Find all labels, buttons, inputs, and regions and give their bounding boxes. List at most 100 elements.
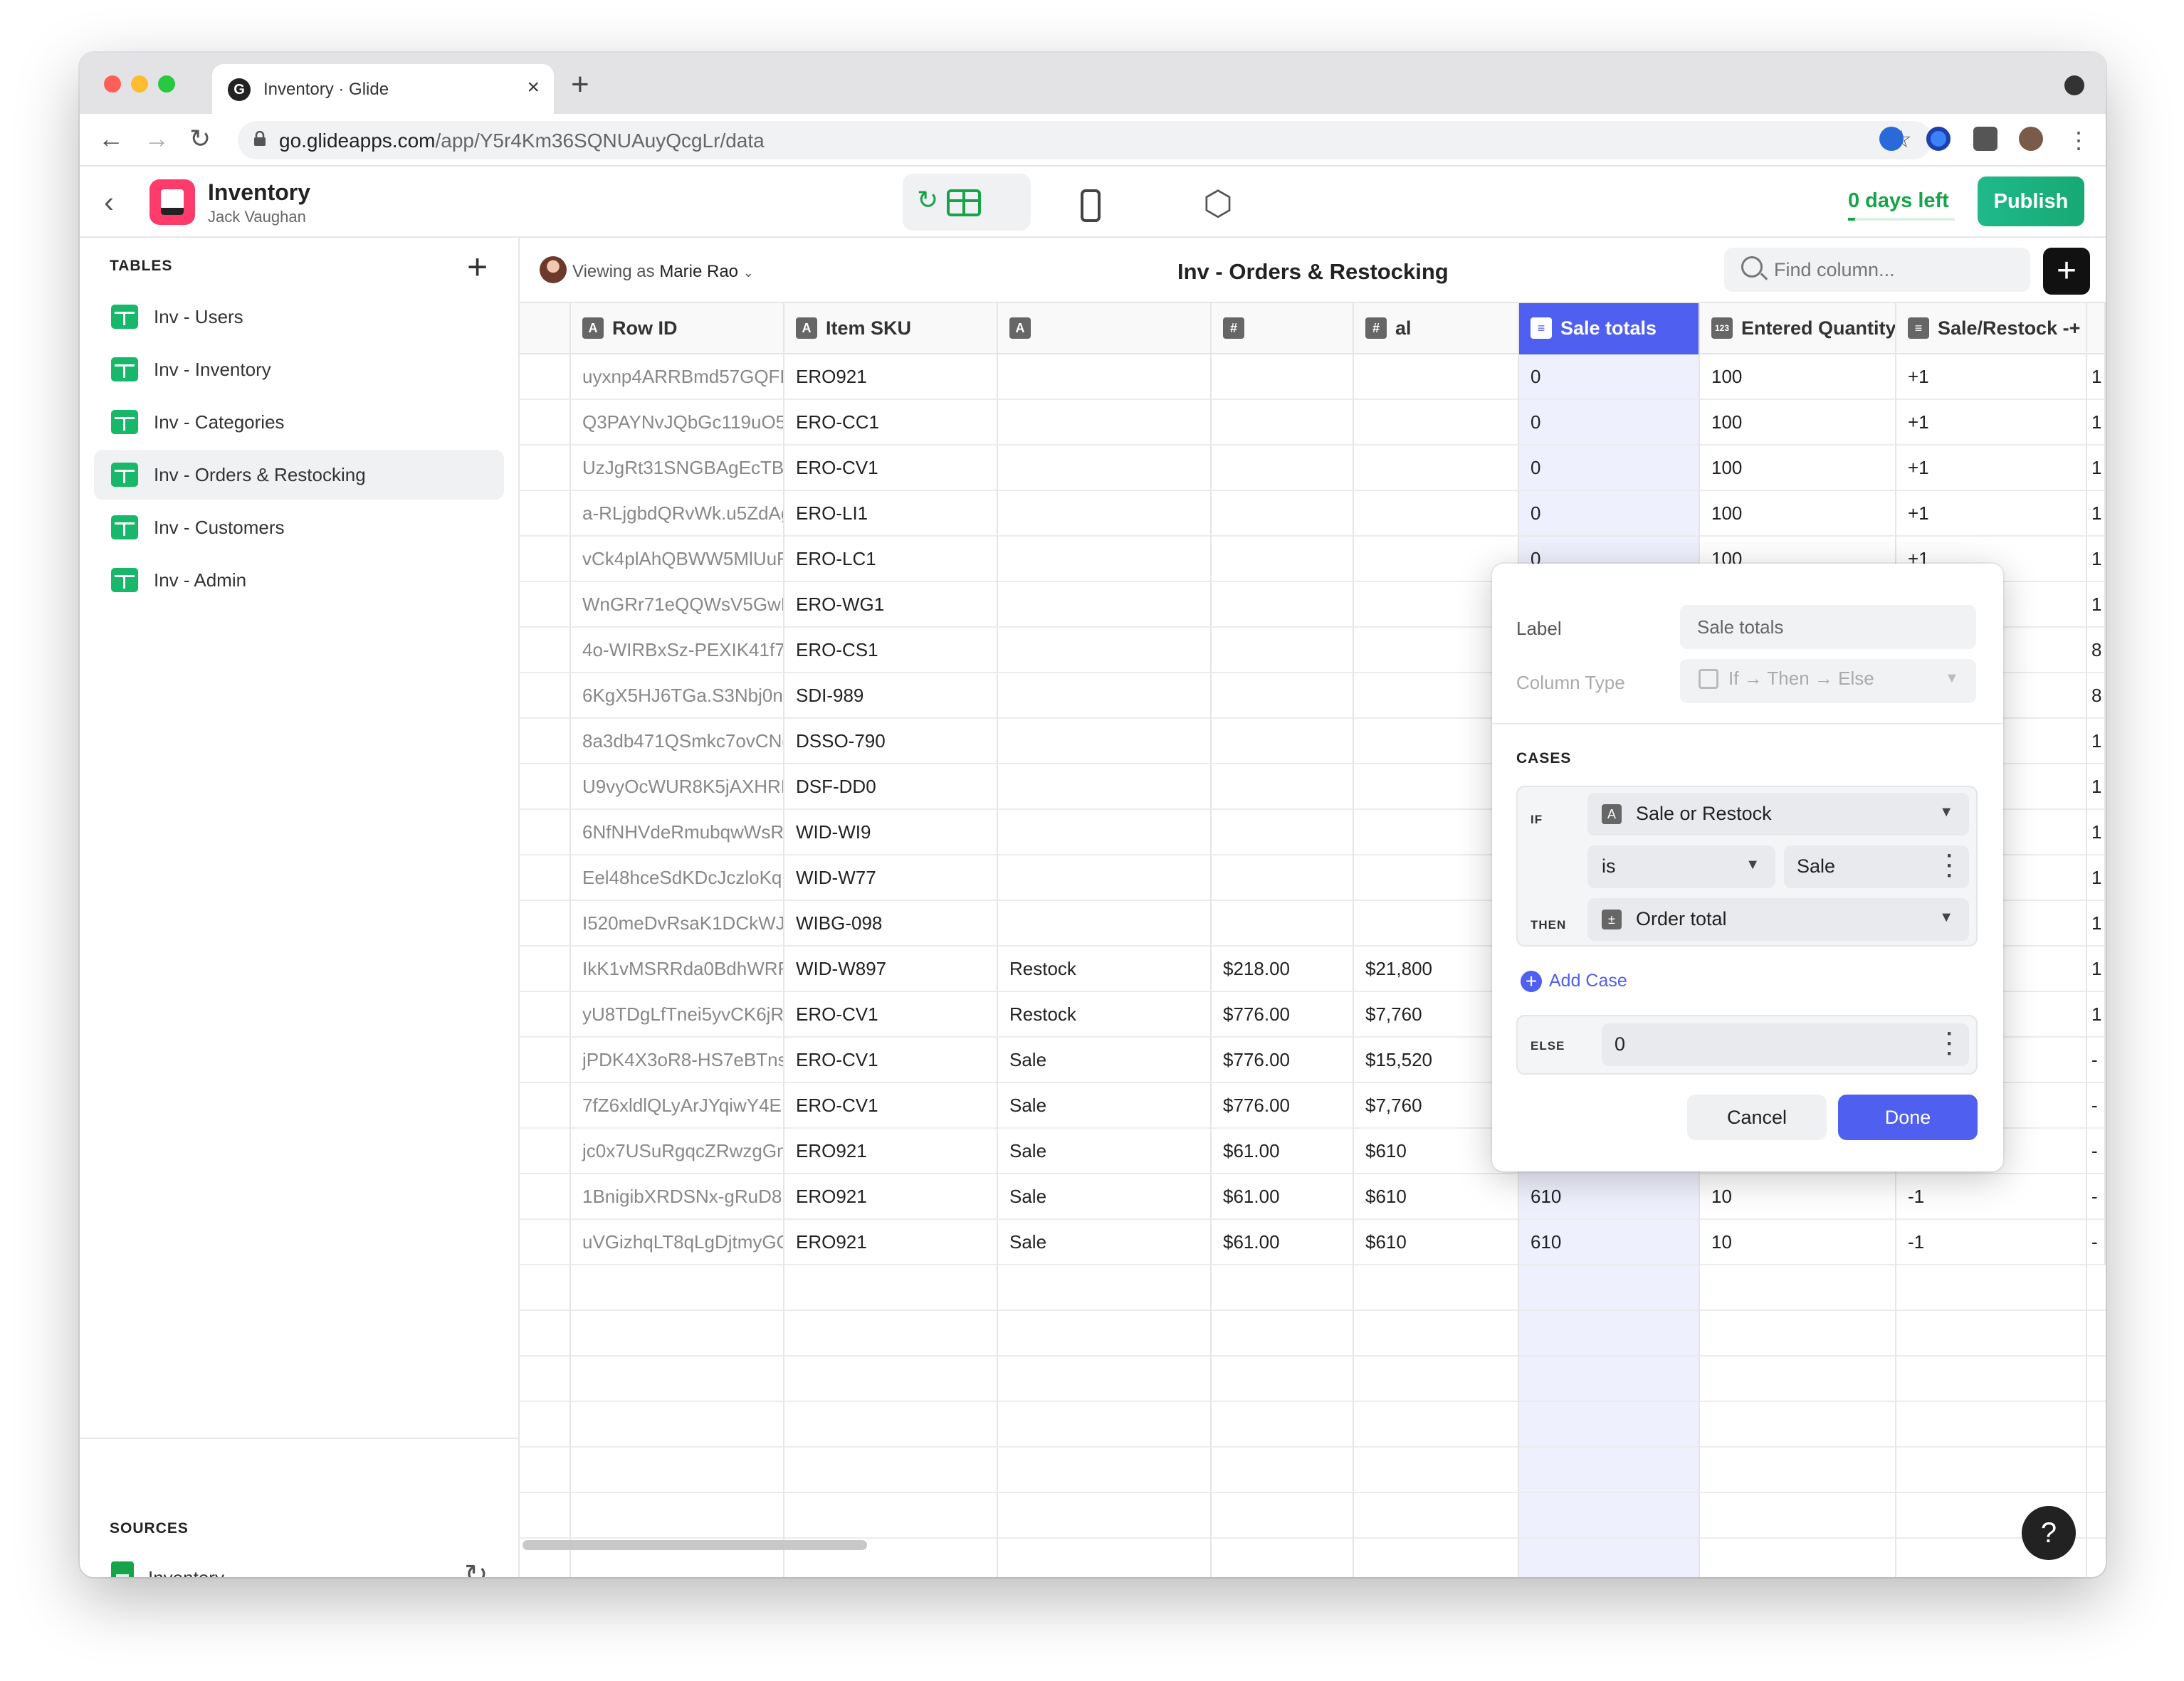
sidebar-table-item[interactable]: Inv - Users — [94, 292, 504, 342]
add-case-button[interactable]: + Add Case — [1521, 971, 1627, 993]
table-row[interactable]: Q3PAYNvJQbGc119uO5Y ERO-CC1 0 100 +1 1 — [520, 400, 2106, 446]
table-row[interactable]: uVGizhqLT8qLgDjtmyGO ERO921 Sale $61.00 $610… — [520, 1220, 2106, 1265]
table-cell[interactable] — [998, 673, 1212, 719]
table-cell[interactable]: $218.00 — [1212, 947, 1354, 992]
layout-editor-phone-icon[interactable] — [1081, 189, 1101, 222]
table-cell[interactable]: DSSO-790 — [784, 719, 998, 764]
table-cell[interactable]: ERO921 — [784, 354, 998, 400]
refresh-source-icon[interactable]: ↻ — [464, 1559, 488, 1577]
table-cell[interactable] — [1212, 491, 1354, 537]
table-cell[interactable]: ERO-CS1 — [784, 628, 998, 673]
table-cell[interactable] — [1212, 354, 1354, 400]
operator-select[interactable]: is ▼ — [1587, 845, 1775, 888]
table-cell[interactable] — [1354, 446, 1519, 491]
table-cell[interactable] — [998, 400, 1212, 446]
reload-icon[interactable]: ↻ — [189, 124, 211, 154]
table-cell[interactable]: 1 — [2087, 719, 2106, 764]
user-avatar[interactable] — [540, 256, 567, 283]
table-cell[interactable]: 0 — [1519, 491, 1700, 537]
sidebar-table-item[interactable]: Inv - Inventory — [94, 344, 504, 394]
table-cell[interactable]: Restock — [998, 947, 1212, 992]
trial-days-left[interactable]: 0 days left — [1848, 189, 1949, 213]
table-cell[interactable]: $776.00 — [1212, 1083, 1354, 1129]
column-header[interactable]: ≡ Sale totals — [1519, 303, 1700, 354]
table-cell[interactable]: a-RLjgbdQRvWk.u5ZdAg — [571, 491, 784, 537]
column-header[interactable]: A — [998, 303, 1212, 354]
table-cell[interactable]: $61.00 — [1212, 1220, 1354, 1265]
column-header[interactable]: ≡ Sale/Restock -+ — [1896, 303, 2106, 354]
table-cell[interactable]: 1 — [2087, 764, 2106, 810]
table-cell[interactable]: 1 — [2087, 901, 2106, 947]
table-cell[interactable]: - — [2087, 1220, 2106, 1265]
table-cell[interactable]: 1 — [2087, 810, 2106, 855]
profile-avatar[interactable] — [2019, 127, 2043, 151]
table-cell[interactable]: Sale — [998, 1083, 1212, 1129]
settings-gear-icon[interactable]: ⬡ — [1203, 184, 1233, 223]
browser-tab[interactable]: G Inventory · Glide × — [212, 64, 554, 114]
table-cell[interactable]: Q3PAYNvJQbGc119uO5Y — [571, 400, 784, 446]
column-header[interactable]: A Item SKU — [784, 303, 998, 354]
table-cell[interactable]: 8 — [2087, 673, 2106, 719]
table-cell[interactable]: WID-W77 — [784, 855, 998, 901]
table-cell[interactable]: Sale — [998, 1038, 1212, 1083]
column-header[interactable]: # al — [1354, 303, 1519, 354]
table-cell[interactable]: $61.00 — [1212, 1129, 1354, 1174]
table-cell[interactable] — [998, 855, 1212, 901]
table-cell[interactable]: I520meDvRsaK1DCkWJE — [571, 901, 784, 947]
extension-icon[interactable] — [1879, 127, 1904, 151]
table-cell[interactable]: ERO-CV1 — [784, 1038, 998, 1083]
sidebar-table-item[interactable]: Inv - Customers — [94, 502, 504, 552]
if-column-select[interactable]: A Sale or Restock ▼ — [1587, 793, 1969, 836]
table-cell[interactable]: $610 — [1354, 1174, 1519, 1220]
table-cell[interactable]: 10 — [1700, 1174, 1896, 1220]
viewing-as-selector[interactable]: Viewing as Marie Rao ⌄ — [572, 262, 754, 282]
add-table-icon[interactable]: + — [467, 246, 488, 288]
table-cell[interactable]: Eel48hceSdKDcJczloKqU — [571, 855, 784, 901]
table-cell[interactable] — [1212, 446, 1354, 491]
table-cell[interactable]: 1 — [2087, 491, 2106, 537]
add-column-button[interactable]: + — [2043, 248, 2090, 295]
table-cell[interactable]: 6NfNHVdeRmubqwWsRl — [571, 810, 784, 855]
table-cell[interactable]: uVGizhqLT8qLgDjtmyGO — [571, 1220, 784, 1265]
puzzle-icon[interactable] — [1973, 127, 1997, 151]
close-tab-icon[interactable]: × — [527, 75, 540, 100]
table-cell[interactable]: $61.00 — [1212, 1174, 1354, 1220]
data-editor-tab[interactable]: ↻ — [903, 174, 1031, 231]
find-column-input[interactable] — [1724, 248, 2030, 292]
done-button[interactable]: Done — [1838, 1095, 1978, 1140]
table-cell[interactable] — [1354, 354, 1519, 400]
table-cell[interactable]: 0 — [1519, 400, 1700, 446]
table-cell[interactable] — [1212, 855, 1354, 901]
table-cell[interactable]: ERO-CV1 — [784, 992, 998, 1038]
table-cell[interactable]: jc0x7USuRgqcZRwzgGm — [571, 1129, 784, 1174]
table-cell[interactable]: SDI-989 — [784, 673, 998, 719]
table-cell[interactable] — [998, 719, 1212, 764]
table-cell[interactable]: 100 — [1700, 354, 1896, 400]
table-cell[interactable]: Sale — [998, 1220, 1212, 1265]
table-cell[interactable]: 0 — [1519, 446, 1700, 491]
table-cell[interactable]: DSF-DD0 — [784, 764, 998, 810]
table-cell[interactable]: 100 — [1700, 446, 1896, 491]
table-cell[interactable]: 4o-WIRBxSz-PEXIK41f7S — [571, 628, 784, 673]
table-cell[interactable]: 1 — [2087, 537, 2106, 582]
table-cell[interactable]: Sale — [998, 1129, 1212, 1174]
table-cell[interactable]: vCk4plAhQBWW5MlUuFl — [571, 537, 784, 582]
table-cell[interactable] — [998, 582, 1212, 628]
table-cell[interactable] — [998, 810, 1212, 855]
kebab-menu-icon[interactable]: · · · — [1946, 845, 1953, 887]
table-cell[interactable] — [1212, 582, 1354, 628]
sidebar-table-item[interactable]: Inv - Categories — [94, 397, 504, 447]
column-header[interactable]: A Row ID — [571, 303, 784, 354]
table-cell[interactable]: jPDK4X3oR8-HS7eBTnsZ — [571, 1038, 784, 1083]
table-cell[interactable]: 8 — [2087, 628, 2106, 673]
browser-menu-icon[interactable]: ⋮ — [2067, 127, 2090, 154]
minimize-window-button[interactable] — [131, 75, 148, 93]
table-cell[interactable]: +1 — [1896, 400, 2087, 446]
table-cell[interactable]: - — [2087, 1129, 2106, 1174]
table-cell[interactable] — [1354, 400, 1519, 446]
table-cell[interactable]: 610 — [1519, 1220, 1700, 1265]
label-input[interactable] — [1680, 605, 1976, 649]
table-cell[interactable] — [1212, 537, 1354, 582]
table-cell[interactable] — [1212, 719, 1354, 764]
table-cell[interactable]: uyxnp4ARRBmd57GQFL — [571, 354, 784, 400]
